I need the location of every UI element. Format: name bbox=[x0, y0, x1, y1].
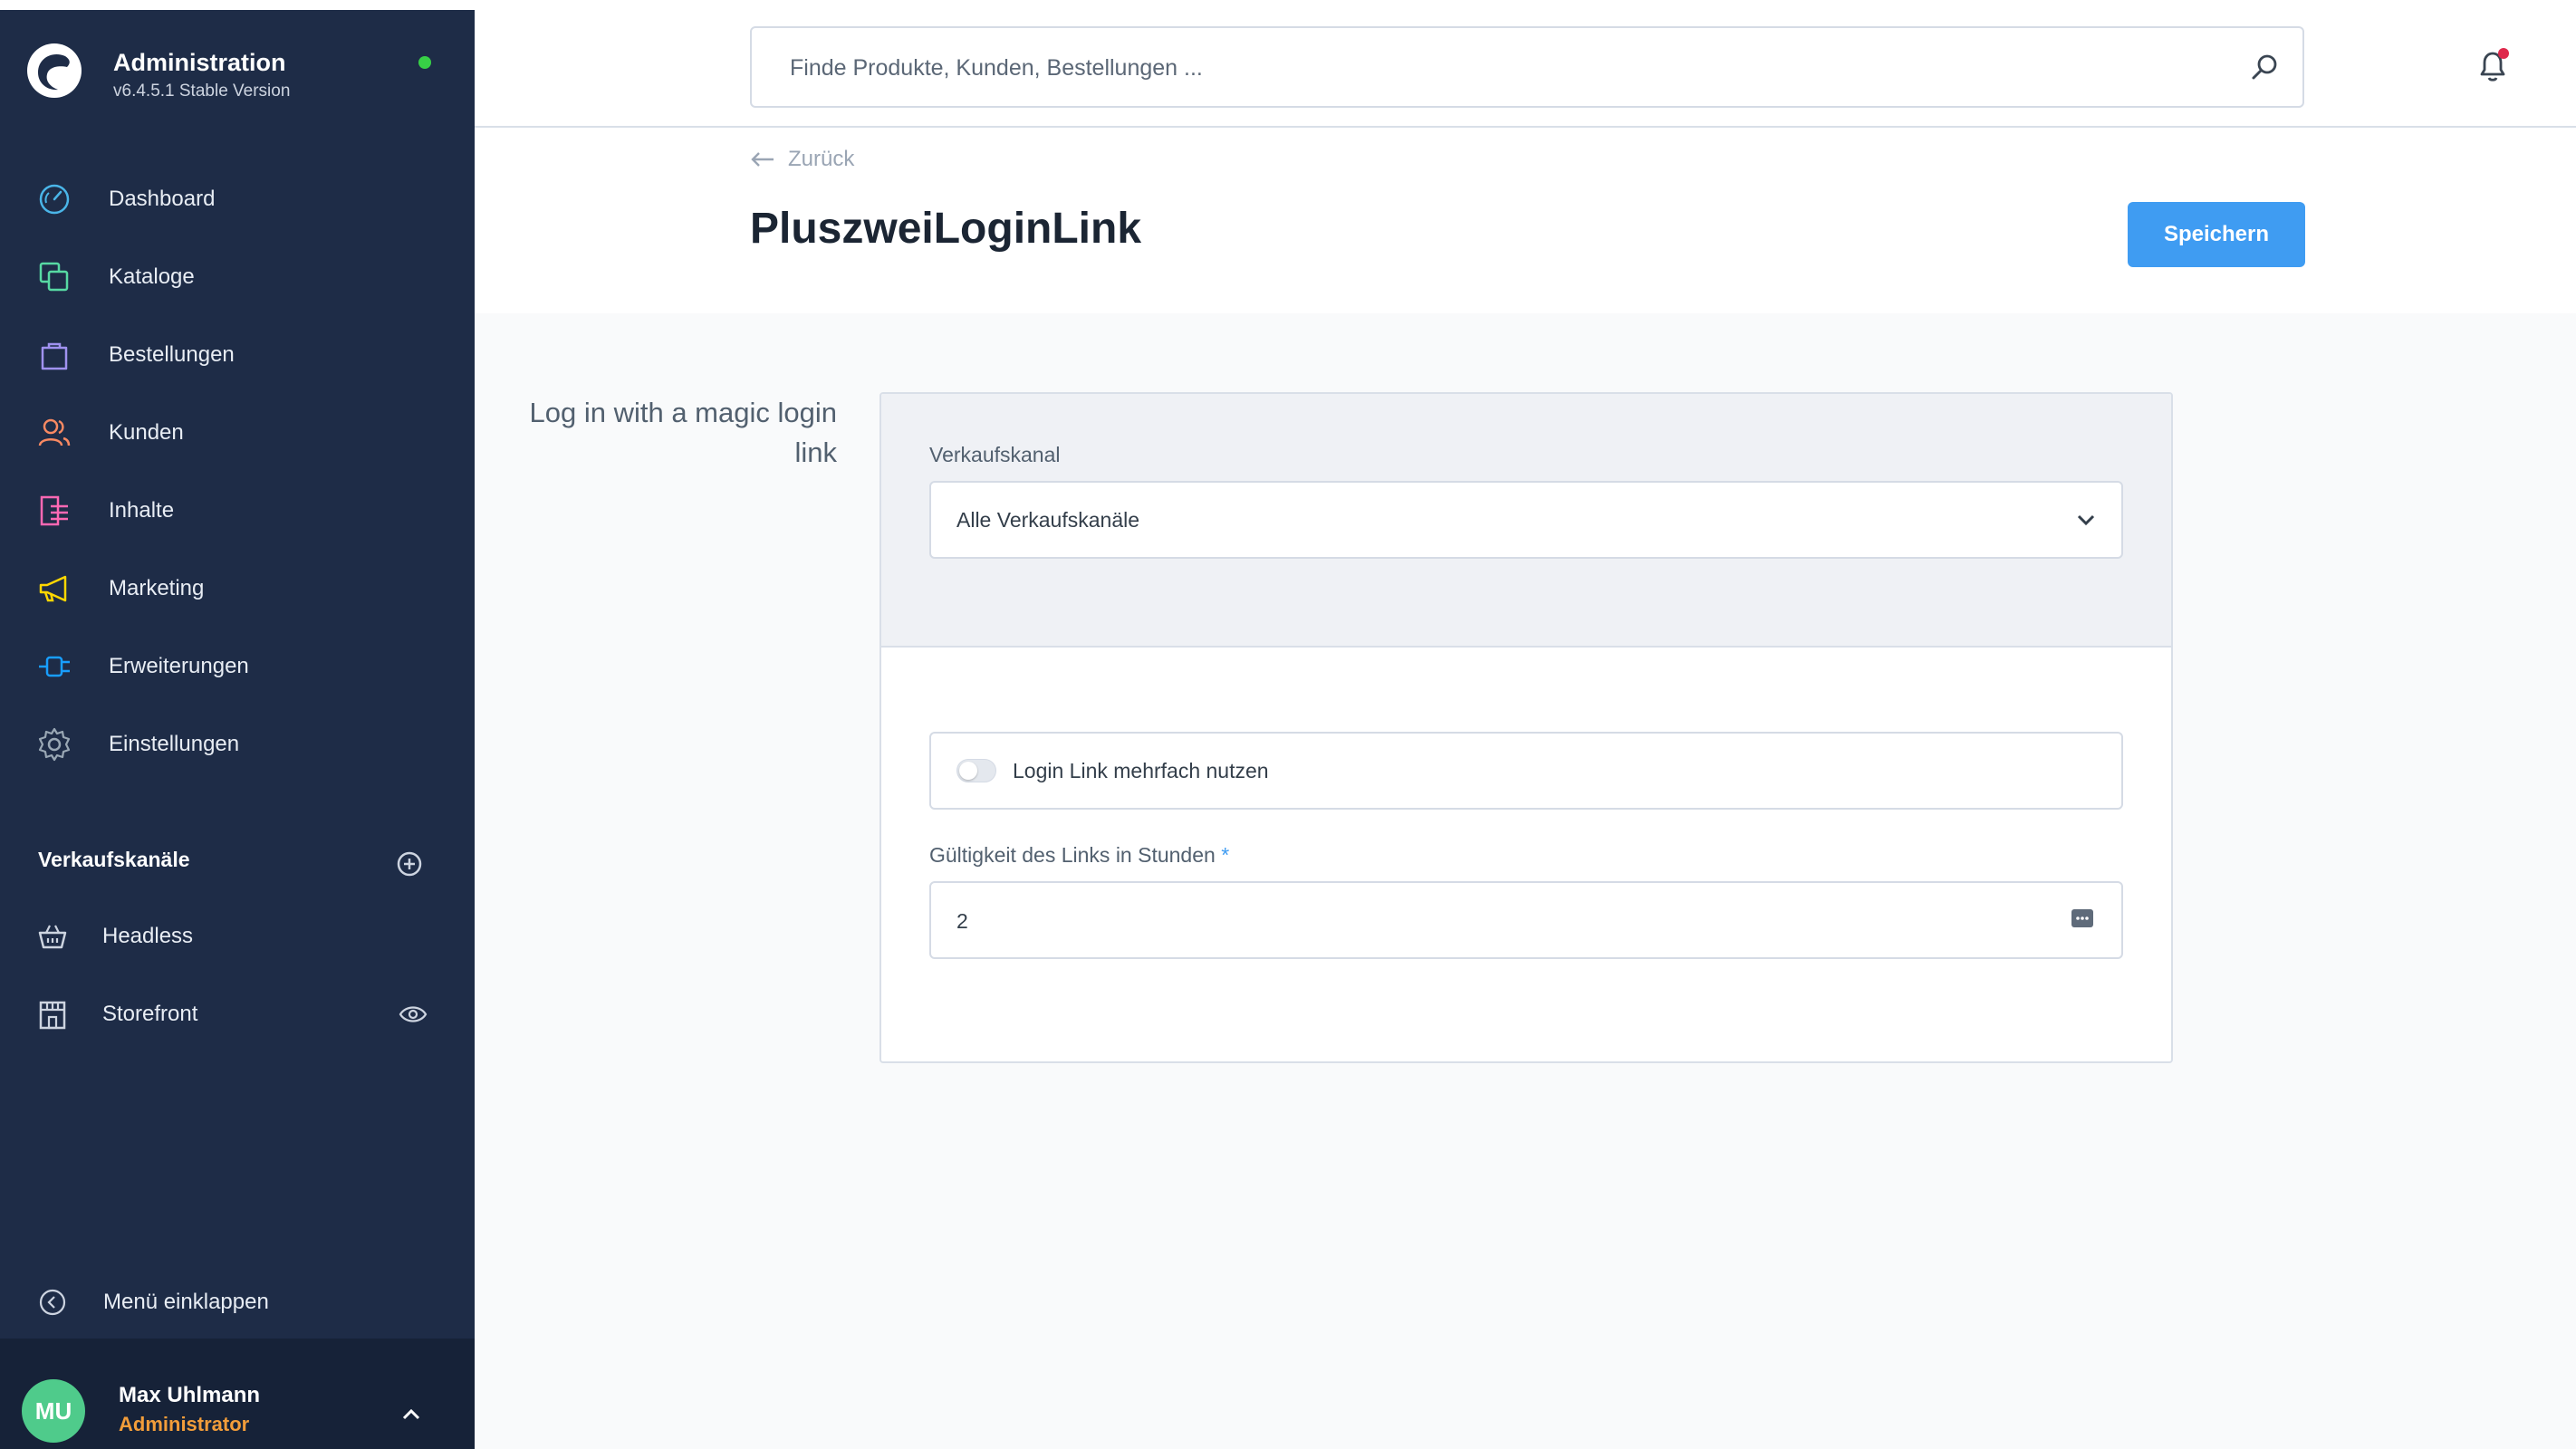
multi-use-switch-field: Login Link mehrfach nutzen bbox=[929, 732, 2123, 810]
toggle-knob bbox=[959, 762, 977, 780]
validity-label-text: Gültigkeit des Links in Stunden bbox=[929, 843, 1216, 867]
multi-use-toggle-label[interactable]: Login Link mehrfach nutzen bbox=[1013, 759, 1269, 783]
settings-card: Verkaufskanal Alle Verkaufskanäle Login … bbox=[879, 392, 2173, 1063]
add-sales-channel-icon[interactable] bbox=[395, 849, 424, 878]
number-field-icon bbox=[2071, 909, 2093, 927]
sidebar-item-label: Kunden bbox=[109, 420, 184, 445]
catalog-icon bbox=[39, 262, 69, 292]
eye-icon[interactable] bbox=[399, 1003, 428, 1025]
sales-channel-select[interactable]: Alle Verkaufskanäle bbox=[929, 481, 2123, 559]
storefront-icon bbox=[39, 1001, 66, 1030]
required-marker: * bbox=[1221, 843, 1230, 867]
validity-field-label: Gültigkeit des Links in Stunden * bbox=[929, 843, 1229, 868]
user-name: Max Uhlmann bbox=[119, 1383, 261, 1407]
sidebar-item-label: Inhalte bbox=[109, 498, 175, 523]
multi-use-toggle[interactable] bbox=[956, 759, 996, 782]
dashboard-icon bbox=[39, 184, 70, 215]
sidebar-top-strip bbox=[0, 0, 475, 10]
collapse-menu-button[interactable]: Menü einklappen bbox=[0, 1275, 475, 1329]
gear-icon bbox=[38, 727, 71, 762]
sidebar-item-content[interactable]: Inhalte bbox=[0, 475, 475, 547]
arrow-left-icon bbox=[751, 152, 774, 167]
validity-hours-input[interactable] bbox=[956, 905, 2025, 937]
chevron-up-icon[interactable] bbox=[399, 1406, 424, 1424]
sidebar-item-customers[interactable]: Kunden bbox=[0, 397, 475, 469]
sales-channel-label: Storefront bbox=[102, 1002, 198, 1026]
sidebar-item-label: Kataloge bbox=[109, 264, 195, 289]
page-title: PluszweiLoginLink bbox=[750, 205, 1142, 253]
back-link[interactable]: Zurück bbox=[750, 146, 854, 173]
search-input[interactable] bbox=[790, 50, 2148, 86]
search-box[interactable] bbox=[750, 26, 2304, 108]
sales-channel-headless[interactable]: Headless bbox=[0, 906, 475, 969]
page-header: Zurück PluszweiLoginLink Speichern bbox=[475, 130, 2576, 313]
sidebar-item-settings[interactable]: Einstellungen bbox=[0, 708, 475, 781]
shopware-logo-icon bbox=[27, 43, 82, 98]
validity-number-field bbox=[929, 881, 2123, 959]
notification-bell-icon[interactable] bbox=[2473, 45, 2513, 85]
sidebar-item-label: Marketing bbox=[109, 576, 205, 600]
main-content: Log in with a magic login link Verkaufsk… bbox=[475, 313, 2576, 1449]
app-version: v6.4.5.1 Stable Version bbox=[113, 82, 291, 101]
collapse-menu-label: Menü einklappen bbox=[103, 1290, 269, 1314]
chevron-left-circle-icon bbox=[39, 1289, 66, 1316]
save-button[interactable]: Speichern bbox=[2128, 202, 2305, 267]
search-icon[interactable] bbox=[2249, 52, 2280, 82]
sidebar-item-label: Bestellungen bbox=[109, 342, 235, 367]
user-role: Administrator bbox=[119, 1413, 250, 1435]
sales-channel-select-value: Alle Verkaufskanäle bbox=[956, 508, 1140, 532]
sidebar-item-dashboard[interactable]: Dashboard bbox=[0, 163, 475, 235]
sidebar: Administration v6.4.5.1 Stable Version D… bbox=[0, 0, 475, 1449]
sales-channel-panel: Verkaufskanal Alle Verkaufskanäle bbox=[881, 394, 2171, 648]
chevron-down-icon bbox=[2077, 514, 2095, 526]
sidebar-item-label: Erweiterungen bbox=[109, 654, 249, 678]
sidebar-item-marketing[interactable]: Marketing bbox=[0, 552, 475, 625]
status-indicator bbox=[418, 56, 431, 69]
sales-channel-label: Headless bbox=[102, 924, 194, 948]
sidebar-item-label: Einstellungen bbox=[109, 732, 240, 756]
shopping-bag-icon bbox=[41, 342, 68, 370]
plug-icon bbox=[39, 656, 70, 677]
sidebar-item-catalogs[interactable]: Kataloge bbox=[0, 241, 475, 313]
customers-icon bbox=[38, 418, 71, 446]
sidebar-item-label: Dashboard bbox=[109, 187, 216, 211]
avatar[interactable]: MU bbox=[22, 1379, 85, 1443]
sidebar-item-extensions[interactable]: Erweiterungen bbox=[0, 630, 475, 703]
content-icon bbox=[40, 495, 68, 526]
top-bar bbox=[475, 0, 2576, 128]
sales-channel-storefront[interactable]: Storefront bbox=[0, 984, 475, 1047]
sidebar-item-orders[interactable]: Bestellungen bbox=[0, 319, 475, 391]
user-panel: MU Max Uhlmann Administrator bbox=[0, 1339, 475, 1449]
sales-channels-heading: Verkaufskanäle bbox=[38, 848, 190, 871]
app-title: Administration bbox=[113, 49, 286, 76]
megaphone-icon bbox=[39, 575, 67, 602]
basket-icon bbox=[38, 925, 67, 949]
card-section-label: Log in with a magic login link bbox=[529, 397, 837, 468]
sales-channel-field-label: Verkaufskanal bbox=[929, 443, 1061, 466]
back-label: Zurück bbox=[788, 147, 855, 171]
